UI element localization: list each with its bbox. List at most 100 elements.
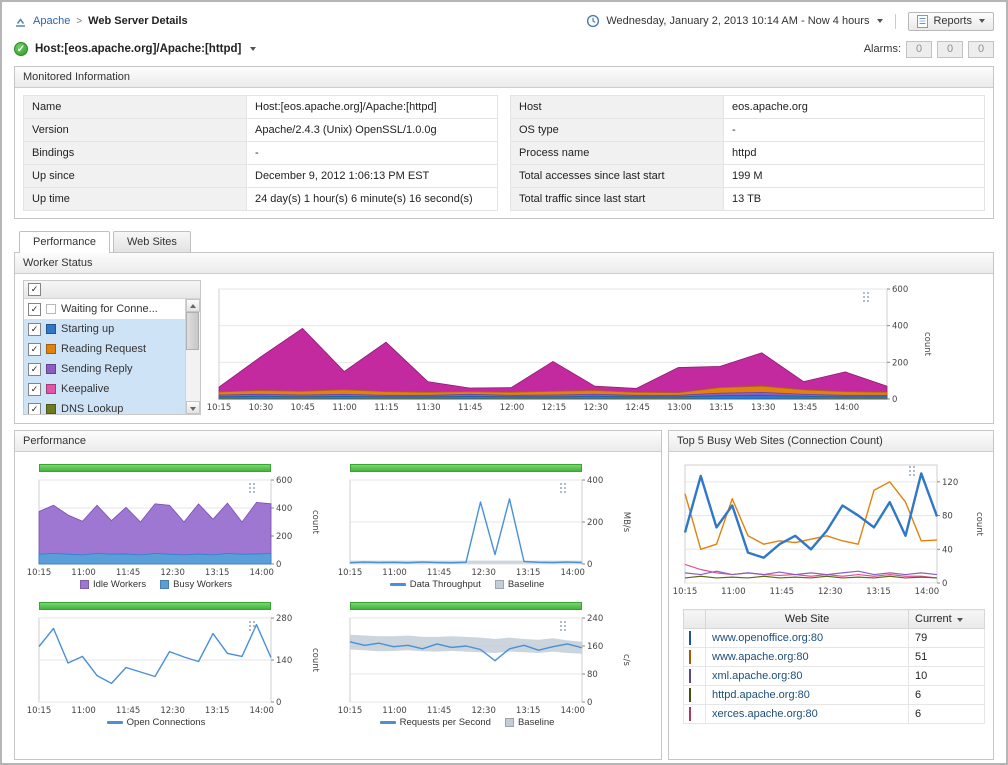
series-checkbox[interactable] <box>28 323 41 336</box>
svg-text:80: 80 <box>942 512 953 522</box>
tab-web-sites[interactable]: Web Sites <box>113 231 191 252</box>
svg-text:13:15: 13:15 <box>516 568 541 578</box>
chevron-down-icon <box>877 19 883 23</box>
list-item[interactable]: Waiting for Conne... <box>24 299 200 319</box>
page-title: Web Server Details <box>88 15 187 27</box>
chart-options-icon[interactable] <box>249 483 257 495</box>
info-value: 13 TB <box>724 188 985 211</box>
worker-status-content: Waiting for Conne... Starting up Reading… <box>15 274 993 423</box>
top-sites-chart[interactable]: 04080120count10:1511:0011:4512:3013:1514… <box>683 462 985 597</box>
chart-options-icon[interactable] <box>560 621 568 633</box>
series-checkbox[interactable] <box>28 383 41 396</box>
mini-chart-grid: 0200400600count10:1511:0011:4512:3013:15… <box>15 452 661 740</box>
legend-line-swatch <box>390 583 406 586</box>
svg-text:12:30: 12:30 <box>471 706 496 716</box>
svg-text:80: 80 <box>587 670 598 680</box>
chevron-down-icon <box>250 47 256 51</box>
series-list-header <box>24 281 200 299</box>
swatch-column-header <box>684 610 706 629</box>
series-checkbox[interactable] <box>28 403 41 416</box>
series-checkbox[interactable] <box>28 303 41 316</box>
svg-text:400: 400 <box>892 322 908 332</box>
breadcrumb-apache-link[interactable]: Apache <box>33 15 70 27</box>
scroll-down-icon[interactable] <box>186 401 200 414</box>
list-item[interactable]: Starting up <box>24 319 200 339</box>
site-link[interactable]: www.apache.org:80 <box>706 648 909 667</box>
series-swatch <box>46 364 56 374</box>
svg-text:14:00: 14:00 <box>915 587 940 597</box>
chart-legend: Idle Workers Busy Workers <box>37 579 275 590</box>
time-range-selector[interactable]: Wednesday, January 2, 2013 10:14 AM - No… <box>606 15 869 27</box>
svg-text:12:15: 12:15 <box>542 403 567 413</box>
top-sites-content: 04080120count10:1511:0011:4512:3013:1514… <box>669 452 993 732</box>
info-value: eos.apache.org <box>724 96 985 119</box>
info-value: December 9, 2012 1:06:13 PM EST <box>247 165 498 188</box>
scrollbar[interactable] <box>185 299 200 414</box>
info-label: Name <box>24 96 247 119</box>
svg-text:11:00: 11:00 <box>332 403 357 413</box>
list-item[interactable]: Sending Reply <box>24 359 200 379</box>
svg-text:11:00: 11:00 <box>71 706 96 716</box>
tab-performance[interactable]: Performance <box>19 231 110 253</box>
series-label: Keepalive <box>61 383 109 395</box>
svg-text:600: 600 <box>276 476 292 486</box>
svg-text:120: 120 <box>942 478 958 488</box>
data-throughput-chart[interactable]: 0200400MB/s10:1511:0011:4512:3013:1514:0… <box>348 477 645 578</box>
svg-text:13:15: 13:15 <box>205 568 230 578</box>
list-item[interactable]: DNS Lookup <box>24 399 200 415</box>
select-all-checkbox[interactable] <box>28 283 41 296</box>
legend-label: Open Connections <box>127 717 206 728</box>
chart-options-icon[interactable] <box>863 292 871 304</box>
series-checkbox[interactable] <box>28 343 41 356</box>
alarm-count-3[interactable]: 0 <box>968 41 994 58</box>
worker-status-chart[interactable]: 0200400600count10:1510:3010:4511:0011:15… <box>217 286 929 413</box>
site-link[interactable]: xerces.apache.org:80 <box>706 705 909 724</box>
chart-options-icon[interactable] <box>909 466 917 478</box>
availability-bar <box>350 464 582 472</box>
legend-label: Data Throughput <box>410 579 481 590</box>
availability-bar <box>350 602 582 610</box>
svg-text:c/s: c/s <box>621 654 631 667</box>
svg-text:40: 40 <box>942 545 953 555</box>
open-connections-cell: 0140280count10:1511:0011:4512:3013:1514:… <box>31 602 334 728</box>
svg-text:13:30: 13:30 <box>751 403 776 413</box>
svg-text:10:15: 10:15 <box>338 568 363 578</box>
host-selector[interactable]: Host:[eos.apache.org]/Apache:[httpd] <box>14 42 256 56</box>
performance-title: Performance <box>15 431 661 452</box>
scrollbar-thumb[interactable] <box>186 312 199 350</box>
bottom-row: Performance 0200400600count10:1511:0011:… <box>14 430 994 760</box>
svg-text:13:00: 13:00 <box>667 403 692 413</box>
list-item[interactable]: Keepalive <box>24 379 200 399</box>
table-row: xml.apache.org:80 10 <box>684 667 985 686</box>
site-link[interactable]: xml.apache.org:80 <box>706 667 909 686</box>
current-column-header[interactable]: Current <box>909 610 985 629</box>
web-site-column-header[interactable]: Web Site <box>706 610 909 629</box>
svg-text:11:45: 11:45 <box>427 706 452 716</box>
svg-text:10:45: 10:45 <box>290 403 315 413</box>
svg-text:10:15: 10:15 <box>673 587 698 597</box>
requests-per-second-chart[interactable]: 080160240c/s10:1511:0011:4512:3013:1514:… <box>348 615 645 716</box>
top-sites-table: Web Site Current www.openoffice.org:80 7… <box>683 609 985 724</box>
info-label: Up since <box>24 165 247 188</box>
info-value: - <box>247 142 498 165</box>
chart-legend: Open Connections <box>37 717 275 728</box>
series-swatch <box>46 404 56 414</box>
series-checkbox[interactable] <box>28 363 41 376</box>
alarm-count-2[interactable]: 0 <box>937 41 963 58</box>
series-label: Reading Request <box>61 343 146 355</box>
open-connections-chart[interactable]: 0140280count10:1511:0011:4512:3013:1514:… <box>37 615 334 716</box>
site-link[interactable]: www.openoffice.org:80 <box>706 629 909 648</box>
svg-text:12:30: 12:30 <box>818 587 843 597</box>
reports-button[interactable]: Reports <box>908 12 994 31</box>
series-swatch <box>689 631 691 645</box>
sort-desc-icon <box>957 618 963 622</box>
chart-options-icon[interactable] <box>560 483 568 495</box>
current-value: 10 <box>909 667 985 686</box>
alarm-count-1[interactable]: 0 <box>906 41 932 58</box>
series-label: Sending Reply <box>61 363 133 375</box>
idle-busy-workers-chart[interactable]: 0200400600count10:1511:0011:4512:3013:15… <box>37 477 334 578</box>
site-link[interactable]: httpd.apache.org:80 <box>706 686 909 705</box>
scroll-up-icon[interactable] <box>186 299 200 312</box>
chart-options-icon[interactable] <box>249 621 257 633</box>
list-item[interactable]: Reading Request <box>24 339 200 359</box>
